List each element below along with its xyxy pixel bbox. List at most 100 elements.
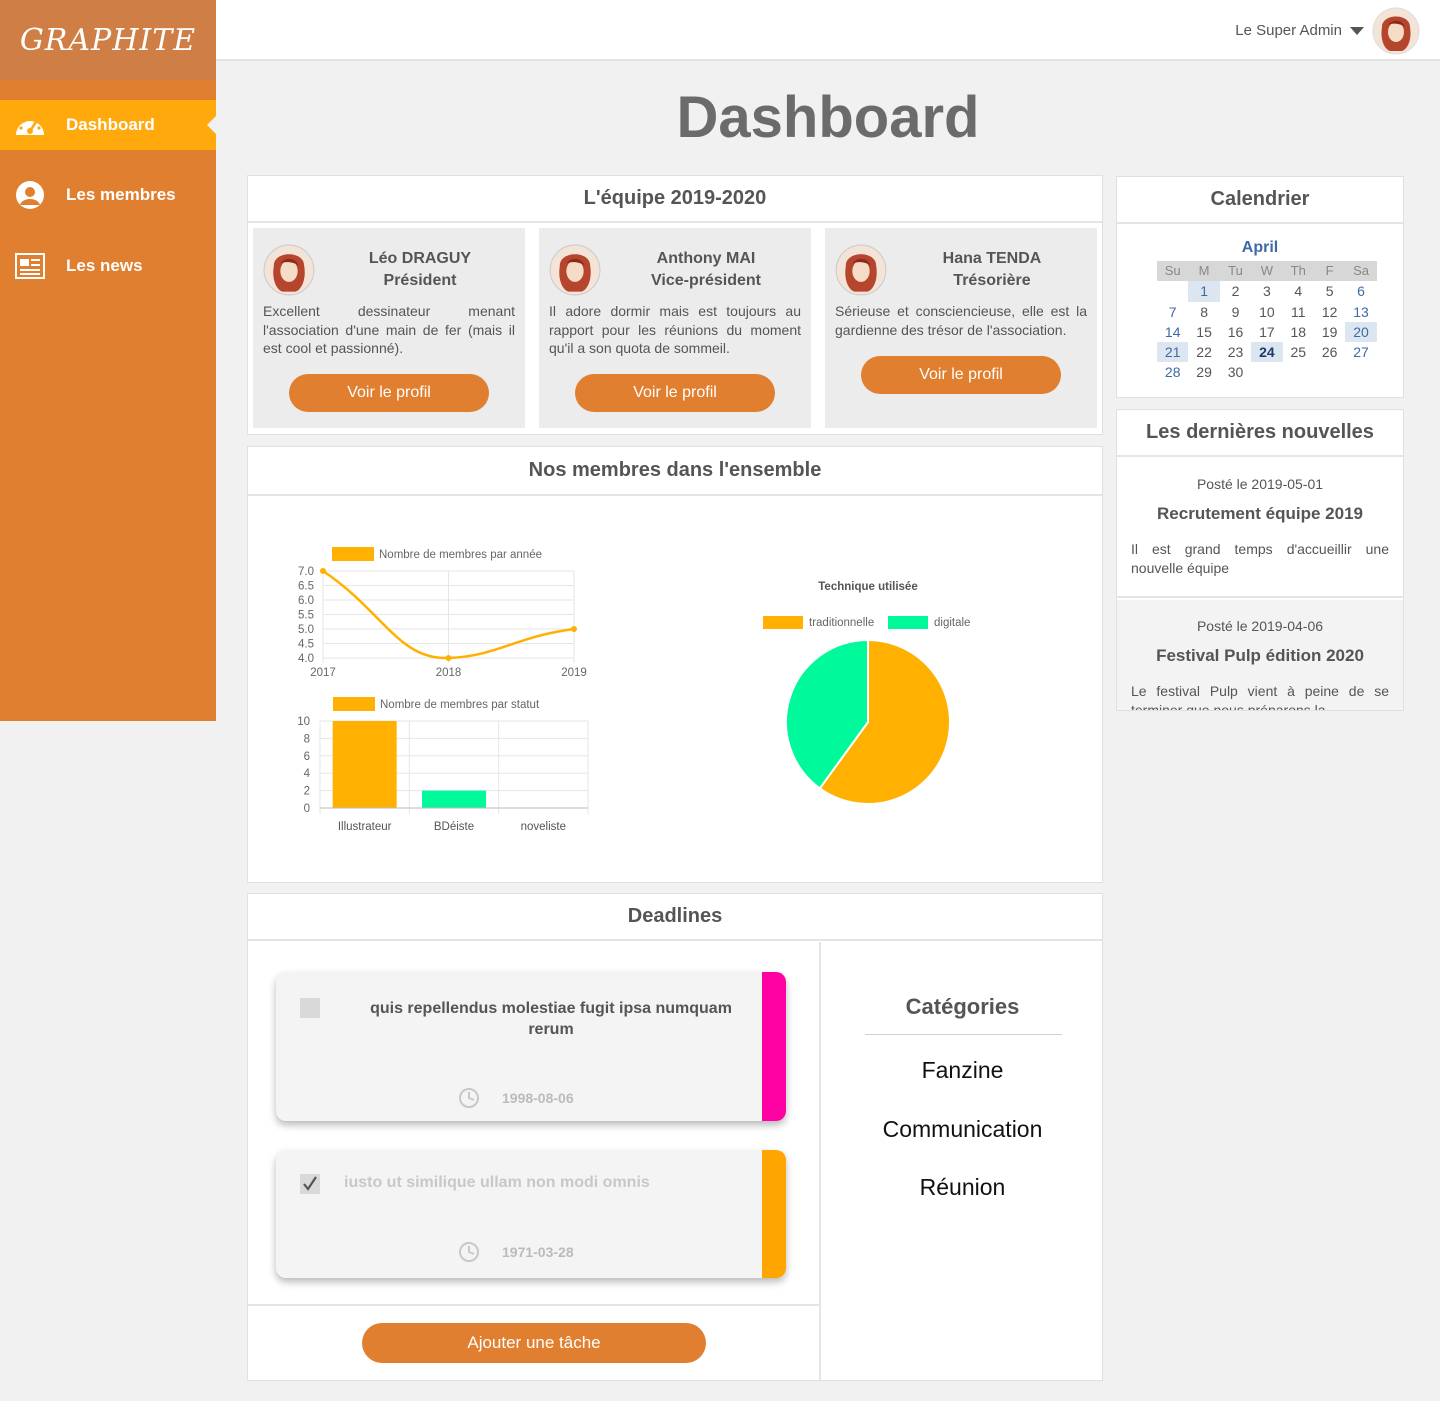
categories-panel: Catégories Fanzine Communication Réunion (821, 942, 1104, 1382)
page-title: Dashboard (676, 85, 980, 150)
calendar-day[interactable]: 24 (1251, 342, 1283, 363)
calendar-day[interactable]: 10 (1251, 302, 1282, 322)
task-category-bar (762, 972, 786, 1121)
calendar-day[interactable]: 29 (1188, 362, 1219, 382)
calendar-day[interactable]: 8 (1188, 302, 1219, 322)
member-description: Il adore dormir mais est toujours au rap… (549, 303, 801, 356)
checkmark-icon (303, 1176, 317, 1191)
y-tick-label: 5.5 (298, 610, 314, 622)
member-name: Hana TENDA (942, 250, 1042, 267)
calendar-day[interactable]: 25 (1283, 342, 1314, 362)
view-profile-button[interactable]: Voir le profil (289, 374, 489, 412)
category-item[interactable]: Fanzine (821, 1057, 1104, 1084)
avatar (263, 244, 315, 296)
calendar-day[interactable]: 14 (1157, 322, 1188, 342)
clock-icon (459, 1088, 479, 1108)
sidebar-item-dashboard[interactable]: Dashboard (0, 100, 216, 150)
y-tick-label: 7.0 (298, 566, 314, 578)
y-tick-label: 4 (304, 768, 311, 780)
category-item[interactable]: Communication (821, 1116, 1104, 1143)
y-tick-label: 6.0 (298, 595, 314, 607)
calendar-day[interactable]: 27 (1345, 342, 1376, 362)
calendar-day[interactable]: 13 (1345, 302, 1376, 322)
task-card[interactable]: iusto ut similique ullam non modi omnis … (276, 1150, 786, 1278)
legend-label: Nombre de membres par année (379, 549, 542, 561)
logo[interactable]: GRAPHITE (0, 0, 216, 80)
calendar-day[interactable]: 2 (1220, 281, 1251, 301)
clock-icon (459, 1242, 479, 1262)
task-title: quis repellendus molestiae fugit ipsa nu… (370, 1000, 732, 1038)
user-avatar[interactable] (1372, 7, 1420, 55)
member-name: Léo DRAGUY (368, 250, 472, 267)
y-tick-label: 5.0 (298, 624, 314, 636)
calendar-card: Calendrier April Su M Tu W Th F Sa 1 2 3 4 5 6 7 8 9 10 1… (1116, 176, 1404, 398)
pie-title: Technique utilisée (818, 581, 917, 593)
calendar-day[interactable]: 18 (1283, 322, 1314, 342)
calendar-day[interactable]: 9 (1220, 302, 1251, 322)
avatar (549, 244, 601, 296)
news-item-title: Recrutement équipe 2019 (1157, 504, 1363, 523)
news-item[interactable]: Posté le 2019-04-06 Festival Pulp éditio… (1117, 600, 1403, 711)
x-tick-label: Illustrateur (338, 821, 392, 833)
chevron-down-icon[interactable] (1350, 27, 1364, 35)
line-point (571, 626, 577, 632)
calendar-day[interactable]: 12 (1314, 302, 1345, 322)
y-tick-label: 6.5 (298, 581, 314, 593)
calendar-day[interactable]: 3 (1251, 281, 1282, 301)
task-category-bar (762, 1150, 786, 1278)
calendar-day[interactable]: 22 (1188, 342, 1219, 362)
sidebar: GRAPHITE Dashboard Les membres Les news (0, 0, 216, 721)
sidebar-item-news[interactable]: Les news (0, 241, 216, 291)
category-item[interactable]: Réunion (821, 1174, 1104, 1201)
x-tick-label: 2017 (310, 667, 336, 679)
legend-swatch (888, 616, 928, 629)
calendar-day[interactable]: 23 (1220, 342, 1251, 362)
add-task-button[interactable]: Ajouter une tâche (362, 1323, 706, 1363)
calendar-day[interactable]: 6 (1345, 281, 1376, 301)
team-title: L'équipe 2019-2020 (248, 176, 1102, 223)
topbar: Le Super Admin (216, 0, 1440, 61)
task-card[interactable]: quis repellendus molestiae fugit ipsa nu… (276, 972, 786, 1121)
calendar-day[interactable]: 4 (1283, 281, 1314, 301)
sidebar-item-members[interactable]: Les membres (0, 170, 216, 220)
member-role: Président (383, 272, 457, 289)
divider (865, 1034, 1062, 1035)
news-card: Les dernières nouvelles Posté le 2019-05… (1116, 409, 1404, 711)
calendar-day[interactable]: 11 (1283, 302, 1314, 322)
x-tick-label: noveliste (521, 821, 566, 833)
task-checkbox[interactable] (300, 998, 320, 1018)
sidebar-item-label: Les news (66, 256, 143, 275)
divider (248, 1304, 820, 1306)
x-tick-label: 2018 (436, 667, 462, 679)
calendar-day[interactable]: 7 (1157, 302, 1188, 322)
task-checkbox[interactable] (300, 1174, 320, 1194)
y-tick-label: 10 (297, 716, 310, 728)
calendar-day[interactable]: 15 (1188, 322, 1219, 342)
calendar-empty (1251, 362, 1282, 382)
view-profile-button[interactable]: Voir le profil (575, 374, 775, 412)
user-name[interactable]: Le Super Admin (1235, 22, 1342, 39)
newspaper-icon (14, 250, 46, 282)
calendar-day[interactable]: 19 (1314, 322, 1345, 342)
view-profile-button[interactable]: Voir le profil (861, 356, 1061, 394)
avatar (835, 244, 887, 296)
charts-area: Nombre de membres par année 7.0 6.5 6.0 5.5 5… (297, 547, 970, 833)
calendar-day[interactable]: 16 (1220, 322, 1251, 342)
calendar-day[interactable]: 17 (1251, 322, 1282, 342)
news-item[interactable]: Posté le 2019-05-01 Recrutement équipe 2… (1117, 458, 1403, 598)
calendar-day[interactable]: 21 (1157, 342, 1189, 363)
calendar-day[interactable]: 26 (1314, 342, 1345, 362)
legend-label: digitale (934, 617, 970, 629)
y-tick-label: 0 (304, 803, 310, 815)
line-point (445, 655, 452, 661)
calendar-day[interactable]: 30 (1220, 362, 1251, 382)
member-description: Sérieuse et consciencieuse, elle est la … (835, 303, 1087, 338)
x-tick-label: 2019 (561, 667, 587, 679)
calendar-day[interactable]: 1 (1188, 281, 1220, 302)
calendar-day[interactable]: 5 (1314, 281, 1345, 301)
calendar-weekday: Tu (1219, 261, 1252, 282)
stats-title: Nos membres dans l'ensemble (248, 447, 1102, 496)
calendar-day[interactable]: 20 (1345, 321, 1377, 343)
news-text: Le festival Pulp vient à peine de se ter… (1131, 683, 1389, 711)
calendar-day[interactable]: 28 (1157, 362, 1188, 382)
